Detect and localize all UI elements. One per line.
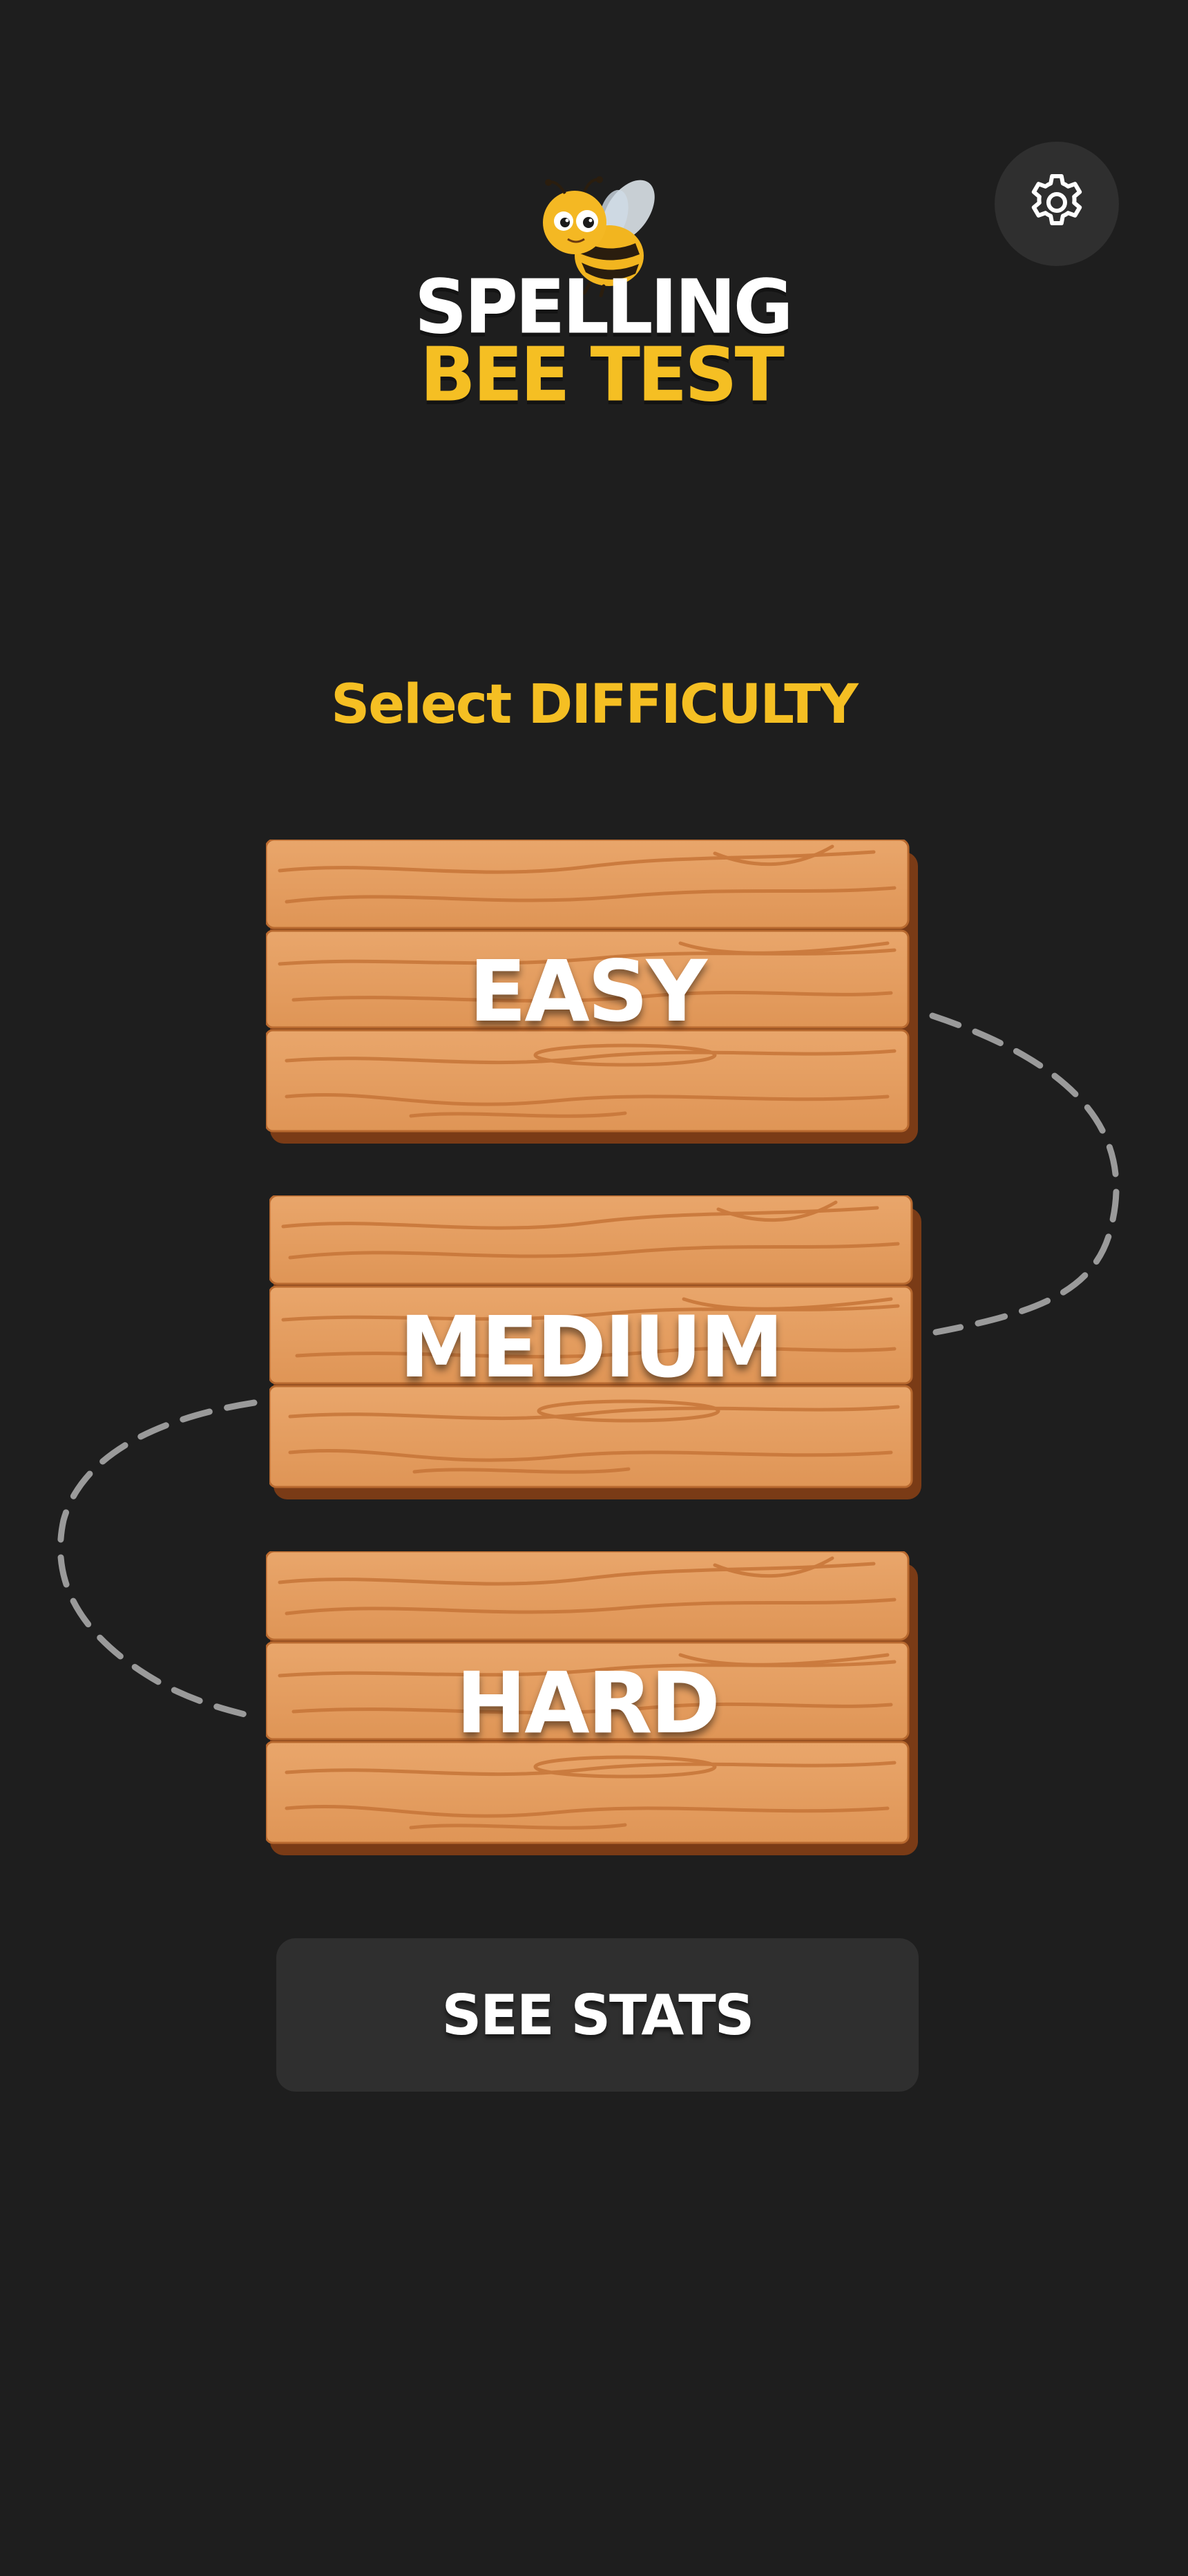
difficulty-medium-button[interactable]: MEDIUM <box>269 1195 924 1503</box>
difficulty-hard-label: HARD <box>456 1654 720 1752</box>
difficulty-heading: Select DIFFICULTY <box>331 674 859 736</box>
gear-icon <box>1024 169 1090 238</box>
see-stats-button[interactable]: SEE STATS <box>276 1938 919 2092</box>
difficulty-medium-label: MEDIUM <box>399 1298 784 1396</box>
difficulty-easy-button[interactable]: EASY <box>266 840 921 1147</box>
logo-title-line2: BEE TEST <box>420 331 785 419</box>
difficulty-easy-label: EASY <box>469 943 707 1041</box>
difficulty-hard-button[interactable]: HARD <box>266 1551 921 1859</box>
app-logo: SPELLING BEE TEST <box>414 173 794 419</box>
settings-button[interactable] <box>995 142 1119 266</box>
see-stats-label: SEE STATS <box>441 1982 755 2047</box>
